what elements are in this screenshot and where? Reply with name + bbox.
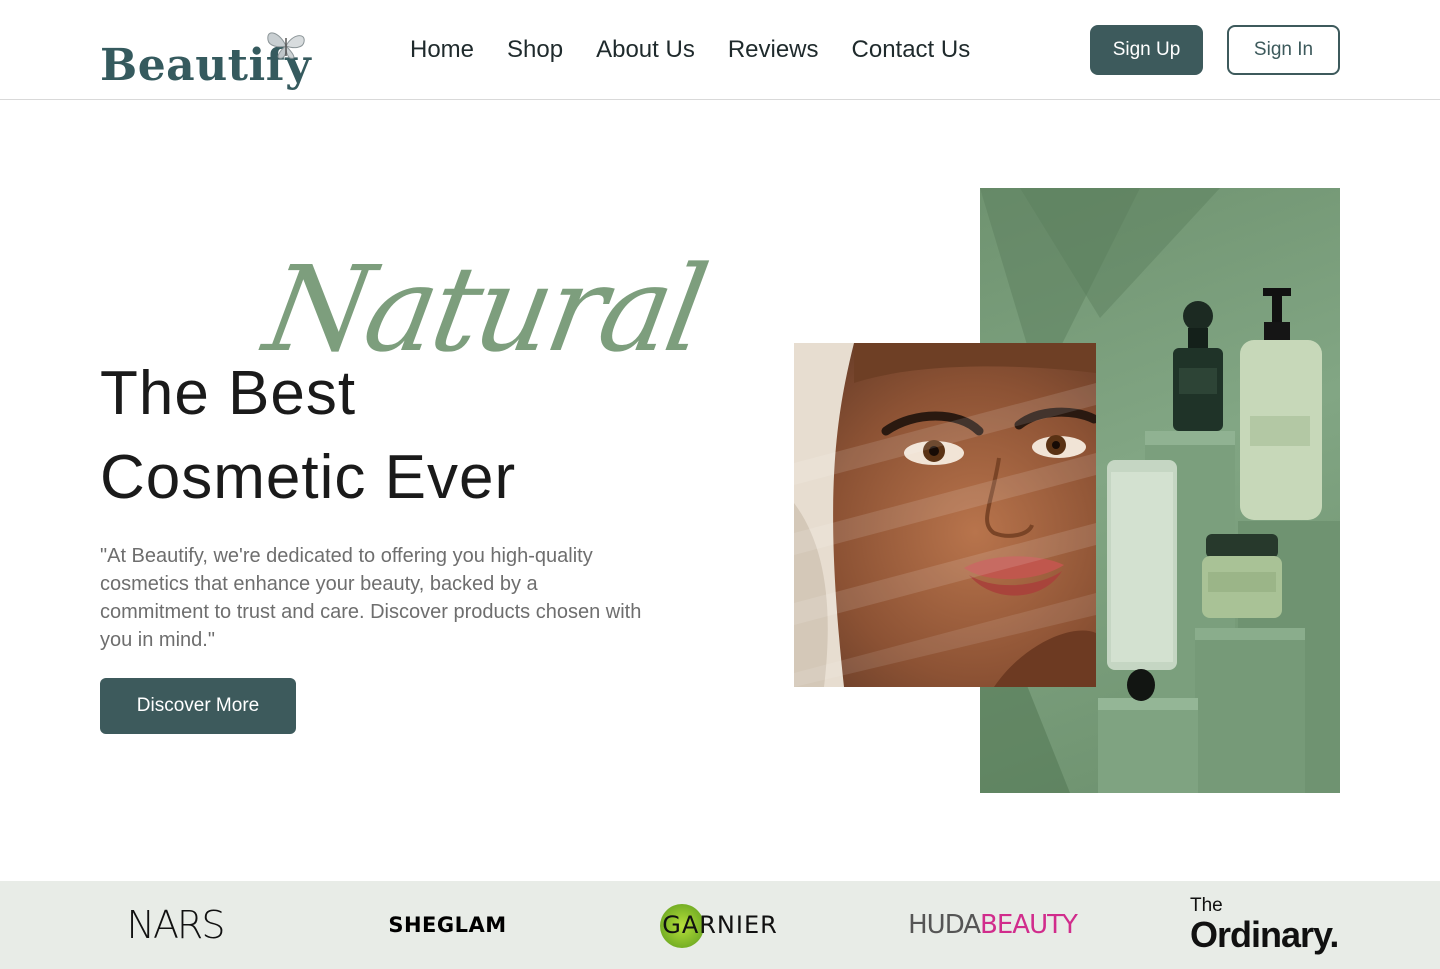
nav-reviews[interactable]: Reviews — [728, 34, 819, 66]
ordinary-the-text: The — [1190, 895, 1223, 916]
brand-garnier-logo[interactable]: GARNIER — [630, 881, 810, 969]
beauty-text: BEAUTY — [980, 910, 1078, 940]
site-header: Beautify Home Shop About Us Reviews Cont… — [0, 0, 1440, 100]
nav-contact-us[interactable]: Contact Us — [852, 34, 971, 66]
nav-about-us[interactable]: About Us — [596, 34, 695, 66]
huda-text: HUDA — [908, 910, 981, 940]
model-face-image — [794, 343, 1096, 687]
brand-nars-logo[interactable]: NARS — [120, 881, 230, 969]
beautify-logo[interactable]: Beautify — [100, 26, 311, 96]
hero-description: "At Beautify, we're dedicated to offerin… — [100, 545, 642, 651]
nav-home[interactable]: Home — [410, 34, 474, 66]
face-illustration — [794, 343, 1096, 687]
brand-logos-strip: NARS SHEGLAM GARNIER HUDA BEAUTY The Ordi… — [0, 881, 1440, 969]
brand-sheglam-logo[interactable]: SHEGLAM — [380, 881, 515, 969]
nav-shop[interactable]: Shop — [507, 34, 563, 66]
hero-title-line1: The Best — [100, 359, 357, 428]
butterfly-icon — [267, 32, 305, 59]
hero-script-word: Natural — [255, 240, 714, 378]
brand-huda-beauty-logo[interactable]: HUDA BEAUTY — [908, 881, 1078, 969]
hero-title-line2: Cosmetic Ever — [100, 443, 517, 512]
sign-up-button[interactable]: Sign Up — [1090, 25, 1203, 75]
sign-in-button[interactable]: Sign In — [1227, 25, 1340, 75]
garnier-text: GARNIER — [662, 911, 778, 939]
ordinary-main-text: Ordinary. — [1190, 914, 1339, 955]
main-nav: Home Shop About Us Reviews Contact Us — [410, 34, 1003, 66]
brand-the-ordinary-logo[interactable]: The Ordinary. — [1180, 881, 1350, 969]
discover-more-button[interactable]: Discover More — [100, 678, 296, 734]
